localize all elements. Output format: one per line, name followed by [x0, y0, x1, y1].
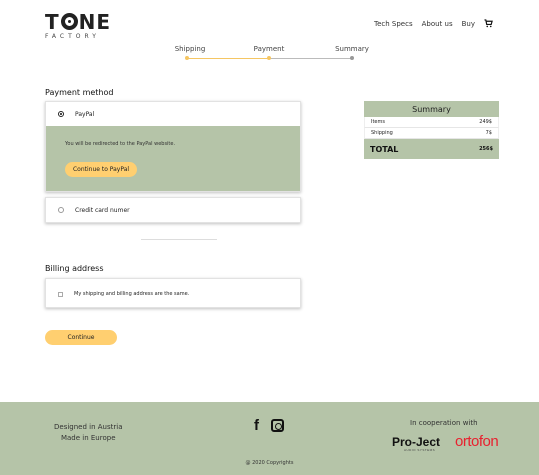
paypal-redirect-text: You will be redirected to the PayPal web… — [65, 141, 176, 147]
summary-items-value: 249$ — [479, 119, 492, 125]
summary-total-label: TOTAL — [370, 144, 399, 154]
order-summary: Summary Items 249$ Shipping 7$ TOTAL 256… — [364, 101, 499, 159]
billing-address-title: Billing address — [45, 264, 104, 273]
instagram-icon[interactable] — [271, 419, 284, 432]
footer-origin: Designed in Austria Made in Europe — [54, 422, 122, 444]
continue-to-paypal-button[interactable]: Continue to PayPal — [65, 162, 137, 177]
logo-wordmark: T NE — [45, 10, 112, 34]
top-nav: Tech Specs About us Buy — [374, 19, 493, 28]
summary-shipping-value: 7$ — [485, 130, 492, 136]
payment-method-title: Payment method — [45, 88, 114, 97]
summary-shipping-label: Shipping — [371, 130, 393, 136]
paypal-option: PayPal You will be redirected to the Pay… — [45, 101, 301, 192]
nav-about-us[interactable]: About us — [422, 20, 453, 28]
facebook-icon[interactable]: f — [254, 418, 259, 433]
footer-designed-in: Designed in Austria — [54, 423, 123, 431]
same-address-option[interactable]: My shipping and billing address are the … — [45, 278, 301, 308]
footer: Designed in Austria Made in Europe f In … — [0, 402, 539, 475]
summary-items-row: Items 249$ — [364, 117, 499, 128]
ortofon-logo[interactable]: ortofon — [455, 433, 499, 450]
credit-card-option-row[interactable]: Credit card numer — [46, 198, 300, 222]
cooperation-text: In cooperation with — [410, 419, 478, 427]
credit-card-option[interactable]: Credit card numer — [45, 197, 301, 223]
project-logo[interactable]: Pro-Ject AUDIO SYSTEMS — [392, 435, 440, 452]
step-summary-dot — [350, 56, 354, 60]
same-address-row[interactable]: My shipping and billing address are the … — [46, 279, 300, 309]
same-address-checkbox[interactable] — [58, 291, 63, 297]
step-payment-dot — [267, 56, 271, 60]
summary-shipping-row: Shipping 7$ — [364, 128, 499, 139]
summary-title: Summary — [364, 101, 499, 117]
same-address-label: My shipping and billing address are the … — [74, 291, 190, 297]
nav-buy[interactable]: Buy — [462, 20, 475, 28]
paypal-label: PayPal — [75, 110, 95, 118]
logo-o-ring-icon — [60, 13, 78, 30]
step-line-pending — [269, 58, 352, 59]
logo[interactable]: T NE FACTORY — [45, 12, 111, 40]
project-logo-tagline: AUDIO SYSTEMS — [404, 448, 436, 452]
credit-card-radio[interactable] — [58, 207, 64, 213]
summary-items-label: Items — [371, 119, 385, 125]
logo-subtitle: FACTORY — [45, 33, 100, 40]
social-links: f — [254, 418, 284, 433]
step-line-done — [187, 58, 269, 59]
project-logo-text: Pro-Ject — [392, 435, 441, 449]
summary-total-row: TOTAL 256$ — [364, 139, 499, 159]
summary-total-value: 256$ — [479, 146, 493, 152]
step-summary-label[interactable]: Summary — [335, 45, 369, 53]
credit-card-label: Credit card numer — [75, 206, 130, 214]
paypal-option-row[interactable]: PayPal — [46, 102, 300, 126]
continue-button[interactable]: Continue — [45, 330, 117, 345]
section-divider — [141, 239, 217, 240]
checkout-steps: Shipping Payment Summary — [0, 45, 539, 65]
paypal-details: You will be redirected to the PayPal web… — [46, 126, 300, 191]
step-shipping-dot — [185, 56, 189, 60]
copyright-text: @ 2020 Copyrights — [245, 460, 294, 466]
paypal-radio[interactable] — [58, 111, 64, 117]
cart-icon[interactable] — [484, 19, 493, 28]
footer-made-in: Made in Europe — [60, 434, 116, 442]
nav-tech-specs[interactable]: Tech Specs — [374, 20, 413, 28]
step-payment-label[interactable]: Payment — [254, 45, 285, 53]
step-shipping-label[interactable]: Shipping — [175, 45, 206, 53]
